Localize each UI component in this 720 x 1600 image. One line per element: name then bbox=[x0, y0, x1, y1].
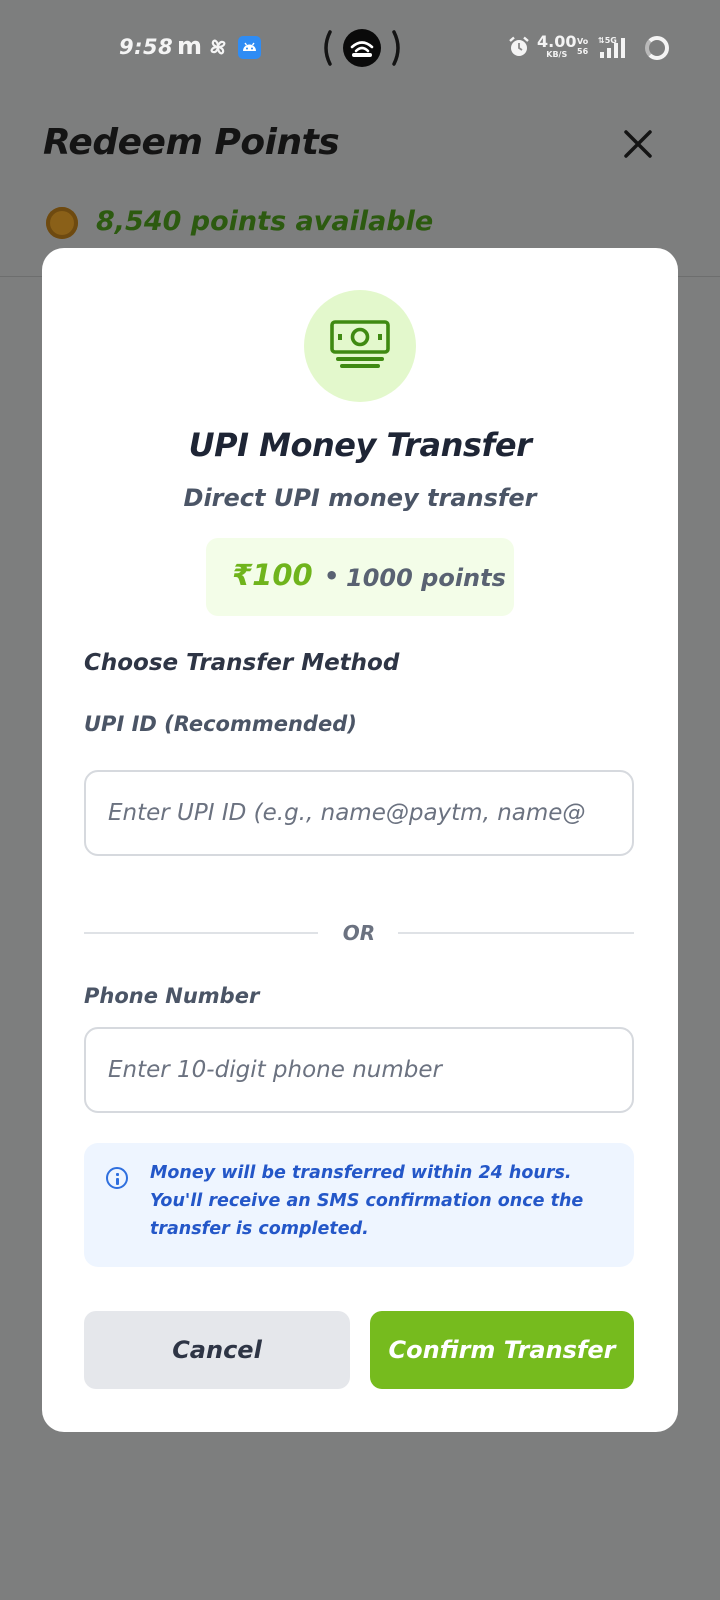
transfer-info-text: Money will be transferred within 24 hour… bbox=[150, 1163, 584, 1239]
points-available: 8,540 points available bbox=[96, 206, 434, 237]
upi-id-input[interactable] bbox=[84, 770, 634, 856]
transfer-info-box: Money will be transferred within 24 hour… bbox=[84, 1143, 634, 1267]
cancel-button[interactable]: Cancel bbox=[84, 1311, 350, 1389]
transfer-method-heading: Choose Transfer Method bbox=[84, 650, 400, 676]
hotspot-island-icon bbox=[324, 29, 400, 67]
page-title: Redeem Points bbox=[43, 122, 340, 163]
phone-number-input[interactable] bbox=[84, 1027, 634, 1113]
network-speed: 4.00 KB/S bbox=[537, 32, 577, 59]
money-icon-badge bbox=[304, 290, 416, 402]
or-divider-right bbox=[398, 932, 634, 934]
info-icon bbox=[106, 1167, 128, 1189]
or-divider-left bbox=[84, 932, 318, 934]
battery-icon bbox=[645, 36, 669, 60]
price-summary: ₹100 • 1000 points bbox=[206, 538, 514, 616]
volte-indicator: Vo 56 bbox=[577, 37, 589, 56]
close-icon[interactable] bbox=[622, 128, 654, 160]
app-notification-icon: m bbox=[177, 32, 203, 60]
or-divider-text: OR bbox=[342, 921, 376, 945]
status-time: 9:58 bbox=[119, 35, 174, 59]
phone-number-label: Phone Number bbox=[84, 984, 260, 1008]
signal-strength-icon: ⇅5G bbox=[598, 36, 625, 58]
upi-id-label: UPI ID (Recommended) bbox=[84, 712, 357, 736]
modal-title: UPI Money Transfer bbox=[188, 426, 532, 464]
modal-subtitle: Direct UPI money transfer bbox=[183, 484, 537, 512]
money-bill-icon bbox=[330, 320, 390, 368]
android-notification-icon bbox=[238, 36, 261, 59]
alarm-icon bbox=[509, 36, 529, 56]
pinwheel-icon bbox=[210, 39, 226, 55]
status-bar: 9:58 m 4.00 KB/S Vo 56 ⇅5G bbox=[0, 0, 720, 96]
reward-amount: ₹100 bbox=[232, 558, 313, 592]
points-cost: 1000 points bbox=[346, 564, 506, 592]
coin-icon bbox=[46, 207, 78, 239]
confirm-transfer-button[interactable]: Confirm Transfer bbox=[370, 1311, 634, 1389]
transfer-modal: UPI Money Transfer Direct UPI money tran… bbox=[42, 248, 678, 1432]
price-separator: • bbox=[324, 562, 340, 590]
